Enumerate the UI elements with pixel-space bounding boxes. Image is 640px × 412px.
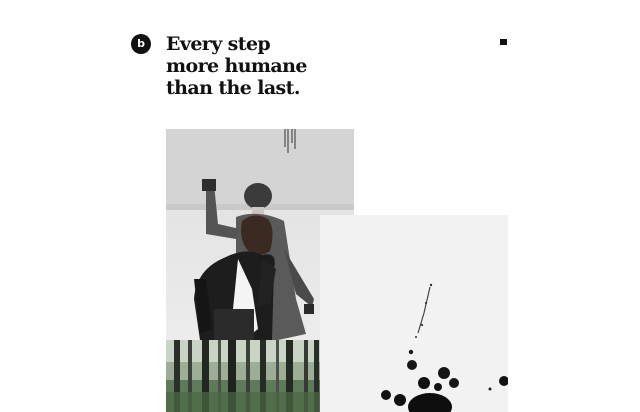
hamburger-menu-icon[interactable] [498,36,510,46]
brand-logo[interactable]: b [131,34,151,54]
headline-line-2: more humane [166,55,307,77]
forest-photo-image [166,340,320,412]
ink-photo-image [320,215,508,412]
headline-line-3: than the last. [166,77,300,99]
gallery-photo-forest [166,340,320,412]
headline-line-1: Every step [166,33,271,55]
page-headline: Every step more humane than the last. [166,33,386,99]
gallery-photo-ink [320,215,508,412]
